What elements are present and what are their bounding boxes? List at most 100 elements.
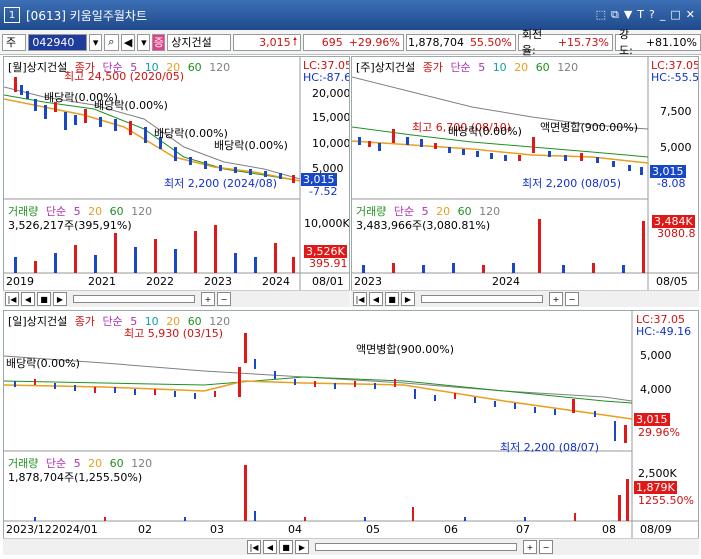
weekly-chart-panel: [주]상지건설 종가 단순 5 10 20 60 120 LC:37.05 HC… (351, 56, 699, 291)
zoom-in-icon[interactable]: + (549, 292, 563, 306)
code-dropdown-icon[interactable]: ▾ (89, 33, 103, 51)
stop-icon[interactable]: ■ (385, 292, 399, 306)
scroll-slider[interactable] (73, 295, 195, 303)
legend-ma60: 60 (535, 61, 550, 74)
daily-high-annotation: 최고 5,930 (03/15) (124, 327, 224, 340)
volume-value: 1,878,704 (407, 35, 464, 49)
monthly-xlabel: 2023 (204, 275, 232, 288)
next-icon[interactable]: ▶ (53, 292, 67, 306)
price-change: 695 +29.96% (303, 33, 404, 51)
daily-price-tag: 3,015 (634, 413, 670, 426)
monthly-vol-tick: 10,000K (304, 217, 350, 230)
search-icon[interactable]: ⌕ (104, 33, 119, 51)
weekly-ytick: 5,000 (660, 141, 692, 154)
daily-xlabel: 03 (210, 523, 224, 536)
daily-ytick: 5,000 (640, 349, 672, 362)
zoom-out-icon[interactable]: − (217, 292, 231, 306)
close-icon[interactable]: ✕ (686, 8, 695, 22)
monthly-high-annotation: 최고 24,500 (2020/05) (64, 70, 185, 83)
legend-simple: 단순 (450, 61, 471, 74)
scroll-slider[interactable] (315, 543, 517, 551)
speaker-icon[interactable]: ◀ (120, 33, 136, 51)
weekly-navbar: |◀ ◀ ■ ▶ + − (351, 290, 699, 307)
daily-vol-text: 1,878,704주(1,255.50%) (8, 471, 143, 484)
text-icon[interactable]: T (637, 8, 644, 22)
monthly-low-annotation: 최저 2,200 (2024/08) (164, 177, 278, 190)
daily-xlabel: 08 (602, 523, 616, 536)
prev-icon[interactable]: ◀ (263, 540, 277, 554)
daily-xlabel: 06 (444, 523, 458, 536)
help-icon[interactable]: ? (649, 8, 655, 22)
daily-chart-svg[interactable] (4, 311, 698, 538)
copy-icon[interactable]: ⧉ (611, 8, 619, 22)
next-icon[interactable]: ▶ (295, 540, 309, 554)
weekly-chart-svg[interactable] (352, 57, 698, 290)
volume-info: 1,878,704 55.50% (405, 33, 516, 51)
monthly-navbar: |◀ ◀ ■ ▶ + − (3, 290, 350, 307)
up-arrow-icon: 🠕 (292, 34, 298, 48)
monthly-chart-panel: [월]상지건설 종가 단순 5 10 20 60 120 LC:37.05 HC… (3, 56, 350, 291)
monthly-ytick: 15,000 (312, 111, 350, 124)
strength-value: +81.10% (645, 35, 698, 49)
daily-xlabel: 08/09 (640, 523, 672, 536)
period-select[interactable]: 주 (2, 33, 27, 51)
monthly-ytick: 20,000 (312, 87, 350, 100)
weekly-vol-text: 3,483,966주(3,080.81%) (356, 219, 491, 232)
turnover-value: +15.73% (557, 35, 609, 49)
monthly-ytick: 10,000 (312, 137, 350, 150)
change-value: 695 (321, 35, 343, 49)
legend-close: 종가 (422, 61, 443, 74)
zoom-in-icon[interactable]: + (523, 540, 537, 554)
monthly-xlabel: 08/01 (312, 275, 344, 288)
period-select-value: 주 (6, 36, 17, 49)
daily-xlabel: 02 (138, 523, 152, 536)
prev-icon[interactable]: ◀ (21, 292, 35, 306)
daily-chart-panel: [일]상지건설 종가 단순 5 10 20 60 120 LC:37.05 HC… (3, 310, 699, 539)
next-icon[interactable]: ▶ (401, 292, 415, 306)
pin-icon[interactable]: ▼ (624, 8, 632, 22)
monthly-xlabel: 2022 (146, 275, 174, 288)
monthly-xlabel: 2024 (262, 275, 290, 288)
minimize-icon[interactable]: _ (660, 8, 666, 22)
first-icon[interactable]: |◀ (5, 292, 19, 306)
window-controls: ⬚ ⧉ ▼ T ? _ □ ✕ (596, 8, 695, 22)
daily-xlabel: 2023/12 (6, 523, 52, 536)
first-icon[interactable]: |◀ (353, 292, 367, 306)
stock-name: 상지건설 (167, 33, 232, 51)
window-title: [0613] 키움일주월차트 (26, 8, 147, 23)
current-price: 3,015 🠕 (233, 33, 302, 51)
monthly-dividend-annotation: 배당락(0.00%) (94, 99, 168, 112)
prev-icon[interactable]: ◀ (369, 292, 383, 306)
daily-hc: HC:-49.16 (636, 325, 692, 338)
scroll-slider[interactable] (421, 295, 543, 303)
first-icon[interactable]: |◀ (247, 540, 261, 554)
weekly-split-annotation: 액면병합(900.00%) (540, 121, 639, 134)
legend-ma120: 120 (557, 61, 579, 74)
zoom-in-icon[interactable]: + (201, 292, 215, 306)
layout-icon[interactable]: ⬚ (596, 8, 606, 22)
legend-close: 종가 (74, 315, 95, 328)
window-titlebar: 1 [0613] 키움일주월차트 ⬚ ⧉ ▼ T ? _ □ ✕ (0, 0, 701, 30)
settings-dropdown-icon[interactable]: ▾ (137, 33, 151, 51)
price-text: 3,015 (259, 35, 291, 49)
monthly-xlabel: 2019 (6, 275, 34, 288)
stop-icon[interactable]: ■ (37, 292, 51, 306)
stock-code-input[interactable]: 042940 (28, 33, 88, 51)
maximize-icon[interactable]: □ (670, 8, 680, 22)
zoom-out-icon[interactable]: − (539, 540, 553, 554)
strength-label: 강도: (618, 28, 633, 57)
legend-ma120: 120 (209, 61, 231, 74)
weekly-legend: [주]상지건설 종가 단순 5 10 20 60 120 (356, 59, 582, 75)
weekly-xlabel: 2023 (354, 275, 382, 288)
weekly-price-sub: -8.08 (657, 177, 686, 190)
weekly-title: [주]상지건설 (356, 61, 416, 74)
monthly-xlabel: 2021 (88, 275, 116, 288)
zoom-out-icon[interactable]: − (565, 292, 579, 306)
legend-ma10: 10 (492, 61, 507, 74)
daily-xlabel: 04 (288, 523, 302, 536)
weekly-ytick: 7,500 (660, 105, 692, 118)
daily-vol-tick: 2,500K (638, 467, 677, 480)
weekly-vol-sub: 3080.8 (657, 227, 696, 240)
stop-icon[interactable]: ■ (279, 540, 293, 554)
stock-badge-icon: 증 (152, 33, 166, 51)
